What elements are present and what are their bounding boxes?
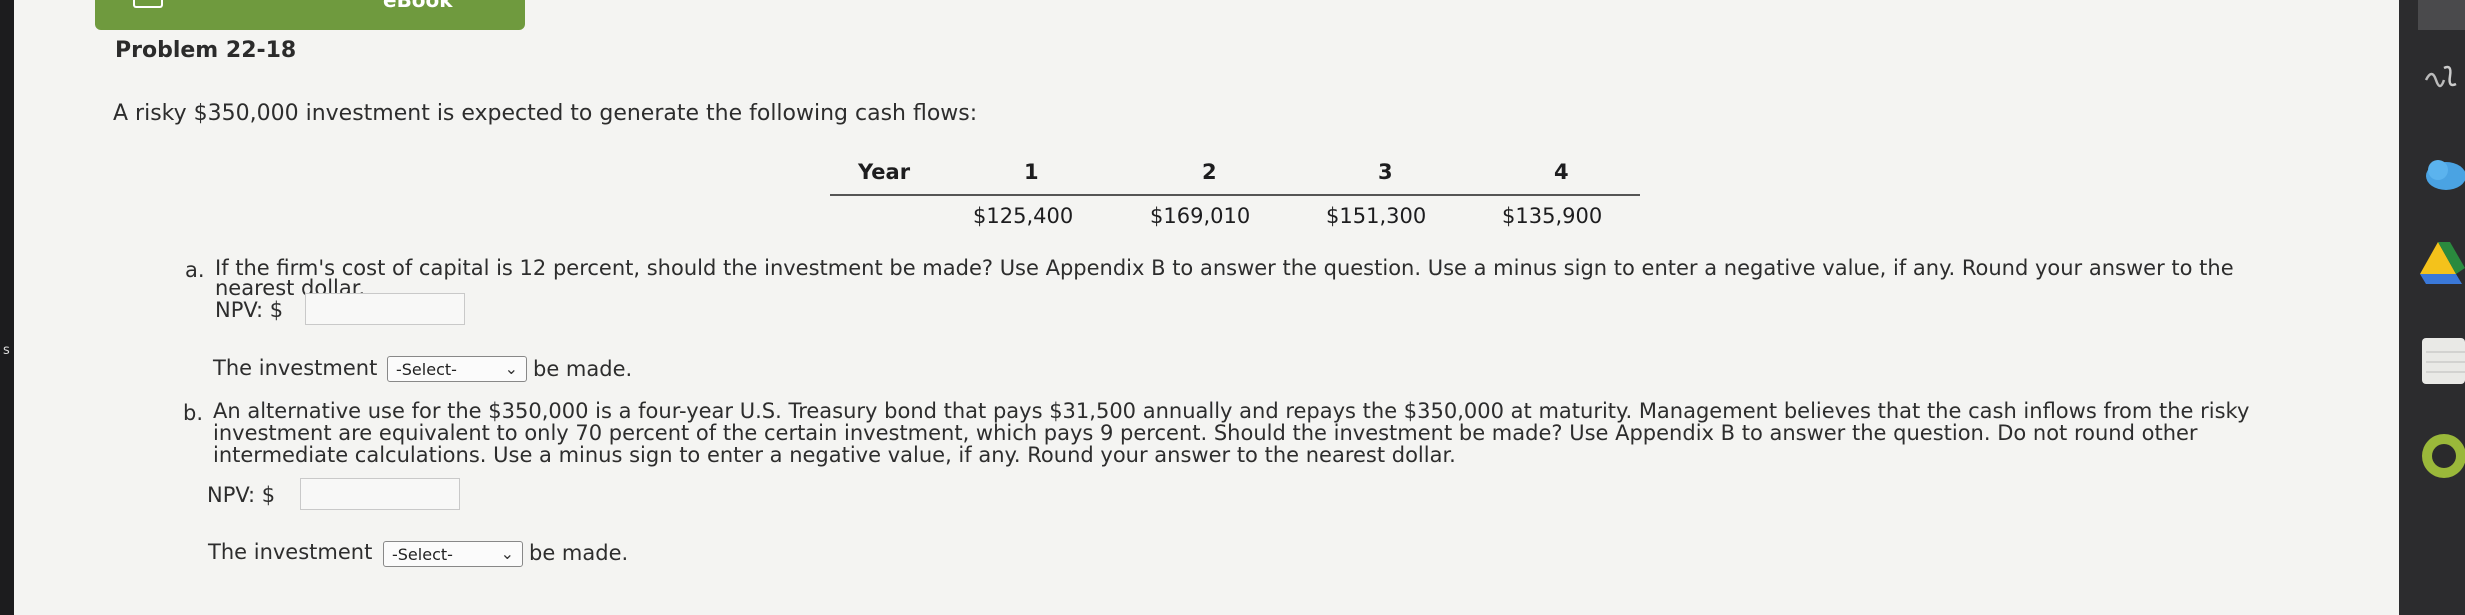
dock-tile (2418, 0, 2465, 30)
ebook-label: eBook (383, 0, 453, 12)
part-b-investment-suffix: be made. (529, 541, 629, 565)
book-icon (133, 0, 163, 8)
table-header-year-1: 1 (1024, 160, 1039, 184)
part-b-question-line3: intermediate calculations. Use a minus s… (213, 443, 1456, 467)
part-b-letter: b. (183, 401, 204, 425)
part-b-question-line1: An alternative use for the $350,000 is a… (213, 399, 2250, 423)
part-b-question-line2: investment are equivalent to only 70 per… (213, 421, 2198, 445)
problem-title: Problem 22-18 (115, 38, 297, 63)
left-edge-mark: s (3, 343, 10, 358)
cloud-icon[interactable] (2418, 150, 2465, 196)
part-a-npv-input[interactable] (305, 293, 465, 325)
notes-icon[interactable] (2422, 338, 2465, 384)
part-a-letter: a. (185, 258, 205, 282)
part-a-npv-label: NPV: $ (215, 298, 284, 322)
cash-flow-values-row: $125,400 $169,010 $151,300 $135,900 (830, 196, 1640, 240)
drive-icon[interactable] (2420, 238, 2465, 288)
chevron-down-icon: ⌄ (504, 359, 518, 378)
ebook-button[interactable]: eBook (95, 0, 525, 30)
table-header-year: Year (858, 160, 911, 184)
part-a-select-value: -Select- (396, 360, 457, 379)
part-a-investment-suffix: be made. (533, 357, 633, 381)
green-app-icon[interactable] (2420, 428, 2465, 484)
problem-intro: A risky $350,000 investment is expected … (113, 101, 978, 126)
part-a-investment-label: The investment (213, 356, 378, 380)
part-b-select-value: -Select- (392, 545, 453, 564)
cash-flow-year-2: $169,010 (1150, 204, 1251, 228)
cash-flow-header-row: Year 1 2 3 4 (830, 152, 1640, 196)
part-a-investment-select[interactable]: -Select- ⌄ (387, 356, 527, 382)
part-b-investment-label: The investment (208, 540, 373, 564)
part-a-question-line1: If the firm's cost of capital is 12 perc… (215, 256, 2234, 280)
left-window-edge: s (0, 0, 14, 615)
cash-flow-year-4: $135,900 (1502, 204, 1603, 228)
cash-flow-year-3: $151,300 (1326, 204, 1427, 228)
cash-flow-year-1: $125,400 (973, 204, 1074, 228)
cash-flow-table: Year 1 2 3 4 $125,400 $169,010 $151,300 … (830, 152, 1640, 240)
table-header-year-2: 2 (1202, 160, 1217, 184)
part-b-investment-select[interactable]: -Select- ⌄ (383, 541, 523, 567)
siri-icon[interactable] (2422, 58, 2462, 102)
part-b-npv-input[interactable] (300, 478, 460, 510)
table-header-year-3: 3 (1378, 160, 1393, 184)
table-header-year-4: 4 (1554, 160, 1569, 184)
part-b-npv-label: NPV: $ (207, 483, 276, 507)
chevron-down-icon: ⌄ (500, 544, 514, 563)
